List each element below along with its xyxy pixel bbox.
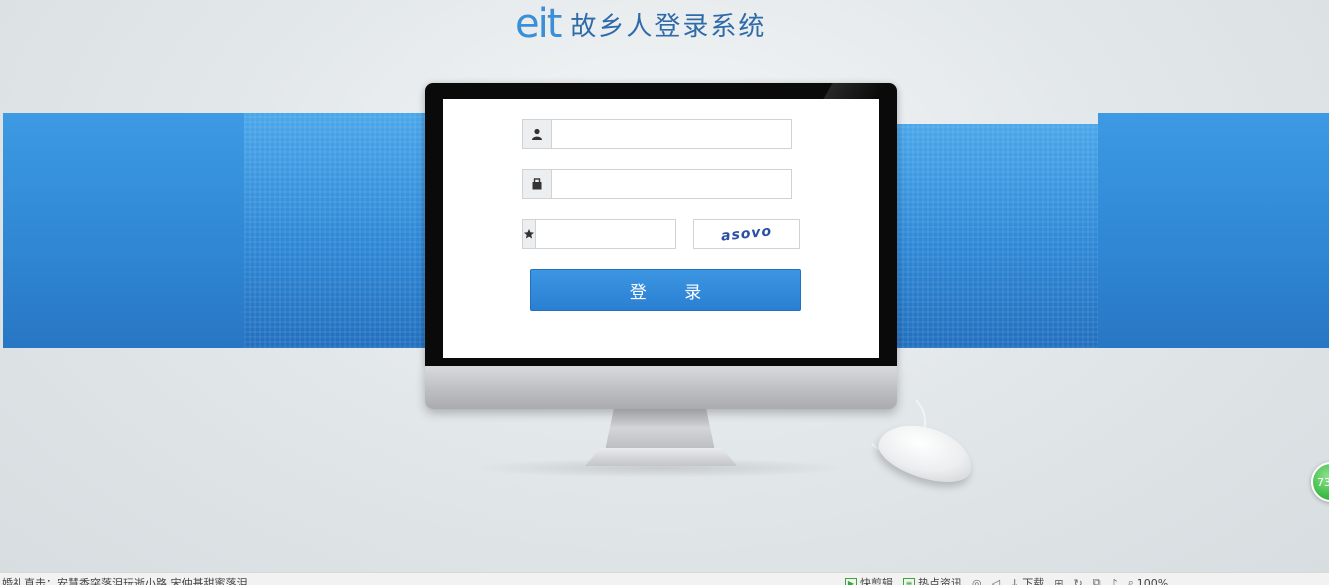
- monitor-stand: [605, 409, 715, 451]
- star-icon: [523, 220, 536, 248]
- user-icon: [523, 120, 552, 148]
- captcha-text: asovo: [720, 223, 773, 244]
- lock-icon: [523, 170, 552, 198]
- eit-logo-mark: eit: [515, 4, 560, 44]
- username-field[interactable]: [522, 119, 792, 149]
- browser-statusbar: 婚礼直击：安慧香突落泪玩逝小路 宋仲基甜蜜落泪 ▶ 快剪辑 ≡ 热点资讯 ◎ ◁…: [0, 572, 1329, 585]
- username-input[interactable]: [552, 120, 791, 148]
- monitor-chin: [425, 366, 897, 409]
- right-wall-outer: [1098, 113, 1329, 348]
- floating-badge[interactable]: 73: [1311, 462, 1329, 502]
- captcha-image[interactable]: asovo: [693, 219, 800, 249]
- monitor-base: [585, 448, 737, 466]
- left-wall-inner: [244, 113, 429, 348]
- password-field[interactable]: [522, 169, 792, 199]
- badge-count: 73: [1317, 476, 1329, 489]
- right-wall-inner: [897, 124, 1099, 348]
- page-title: 故乡人登录系统: [570, 6, 766, 43]
- captcha-input[interactable]: [536, 220, 718, 248]
- header-logo: eit 故乡人登录系统: [515, 4, 766, 44]
- captcha-field[interactable]: [522, 219, 676, 249]
- password-input[interactable]: [552, 170, 791, 198]
- left-wall-outer: [3, 113, 244, 348]
- login-button[interactable]: 登 录: [530, 269, 801, 311]
